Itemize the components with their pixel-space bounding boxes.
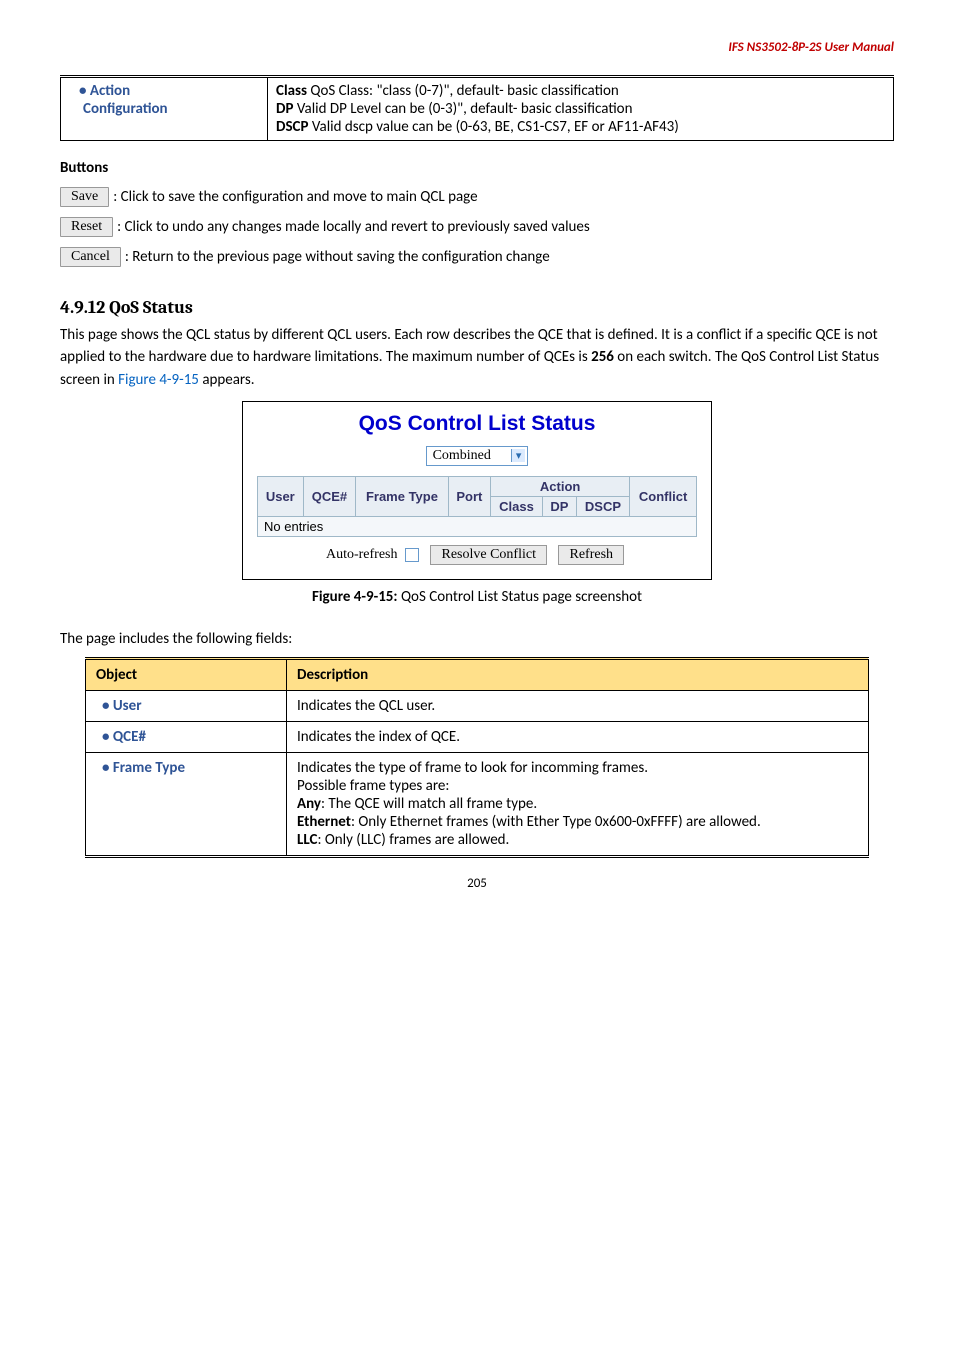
figure-link: Figure 4-9-15 [118, 371, 199, 389]
dp-label: DP [276, 100, 293, 118]
section-heading: 4.9.12 QoS Status [60, 297, 894, 318]
top-left1: Action [90, 82, 130, 100]
class-desc: QoS Class: "class (0-7)", default- basic… [307, 82, 619, 100]
auto-refresh-label: Auto-refresh [326, 547, 398, 562]
th-port: Port [448, 477, 490, 517]
buttons-heading: Buttons [60, 159, 894, 177]
th-description: Description [287, 658, 869, 690]
no-entries-row: No entries [258, 517, 697, 537]
class-label: Class [276, 82, 307, 100]
fields-table: Object Description • User Indicates the … [85, 657, 869, 858]
reset-button[interactable]: Reset [60, 217, 113, 237]
qcl-status-panel: QoS Control List Status Combined▾ User Q… [242, 401, 712, 580]
top-left2: Configuration [69, 100, 168, 118]
table-row: • QCE# Indicates the index of QCE. [86, 721, 869, 752]
table-row: • Frame Type Indicates the type of frame… [86, 752, 869, 856]
qcl-status-table: User QCE# Frame Type Port Action Conflic… [257, 476, 697, 537]
chevron-down-icon: ▾ [511, 449, 526, 462]
auto-refresh-checkbox[interactable] [405, 548, 419, 562]
table-row: • User Indicates the QCL user. [86, 690, 869, 721]
running-header: IFS NS3502-8P-2S User Manual [60, 40, 894, 55]
save-button[interactable]: Save [60, 187, 109, 207]
cancel-desc: : Return to the previous page without sa… [125, 248, 550, 266]
section-body: This page shows the QCL status by differ… [60, 324, 894, 392]
action-config-table: • Action Configuration Class QoS Class: … [60, 75, 894, 141]
dscp-desc: Valid dscp value can be (0-63, BE, CS1-C… [308, 118, 678, 136]
th-action: Action [491, 477, 630, 497]
qcl-title: QoS Control List Status [257, 412, 697, 436]
th-object: Object [86, 658, 287, 690]
th-conflict: Conflict [630, 477, 697, 517]
fields-intro: The page includes the following fields: [60, 628, 894, 651]
dp-desc: Valid DP Level can be (0-3)", default- b… [293, 100, 632, 118]
qcl-user-select[interactable]: Combined▾ [426, 446, 529, 466]
th-class: Class [491, 497, 543, 517]
th-dscp: DSCP [576, 497, 629, 517]
th-dp: DP [542, 497, 576, 517]
cancel-button[interactable]: Cancel [60, 247, 121, 267]
th-frametype: Frame Type [356, 477, 448, 517]
th-qce: QCE# [303, 477, 356, 517]
resolve-conflict-button[interactable]: Resolve Conflict [430, 545, 547, 565]
dscp-label: DSCP [276, 118, 308, 136]
refresh-button[interactable]: Refresh [558, 545, 624, 565]
save-desc: : Click to save the configuration and mo… [113, 188, 477, 206]
figure-caption: Figure 4-9-15: QoS Control List Status p… [60, 588, 894, 606]
th-user: User [258, 477, 304, 517]
page-number: 205 [60, 876, 894, 891]
reset-desc: : Click to undo any changes made locally… [117, 218, 590, 236]
